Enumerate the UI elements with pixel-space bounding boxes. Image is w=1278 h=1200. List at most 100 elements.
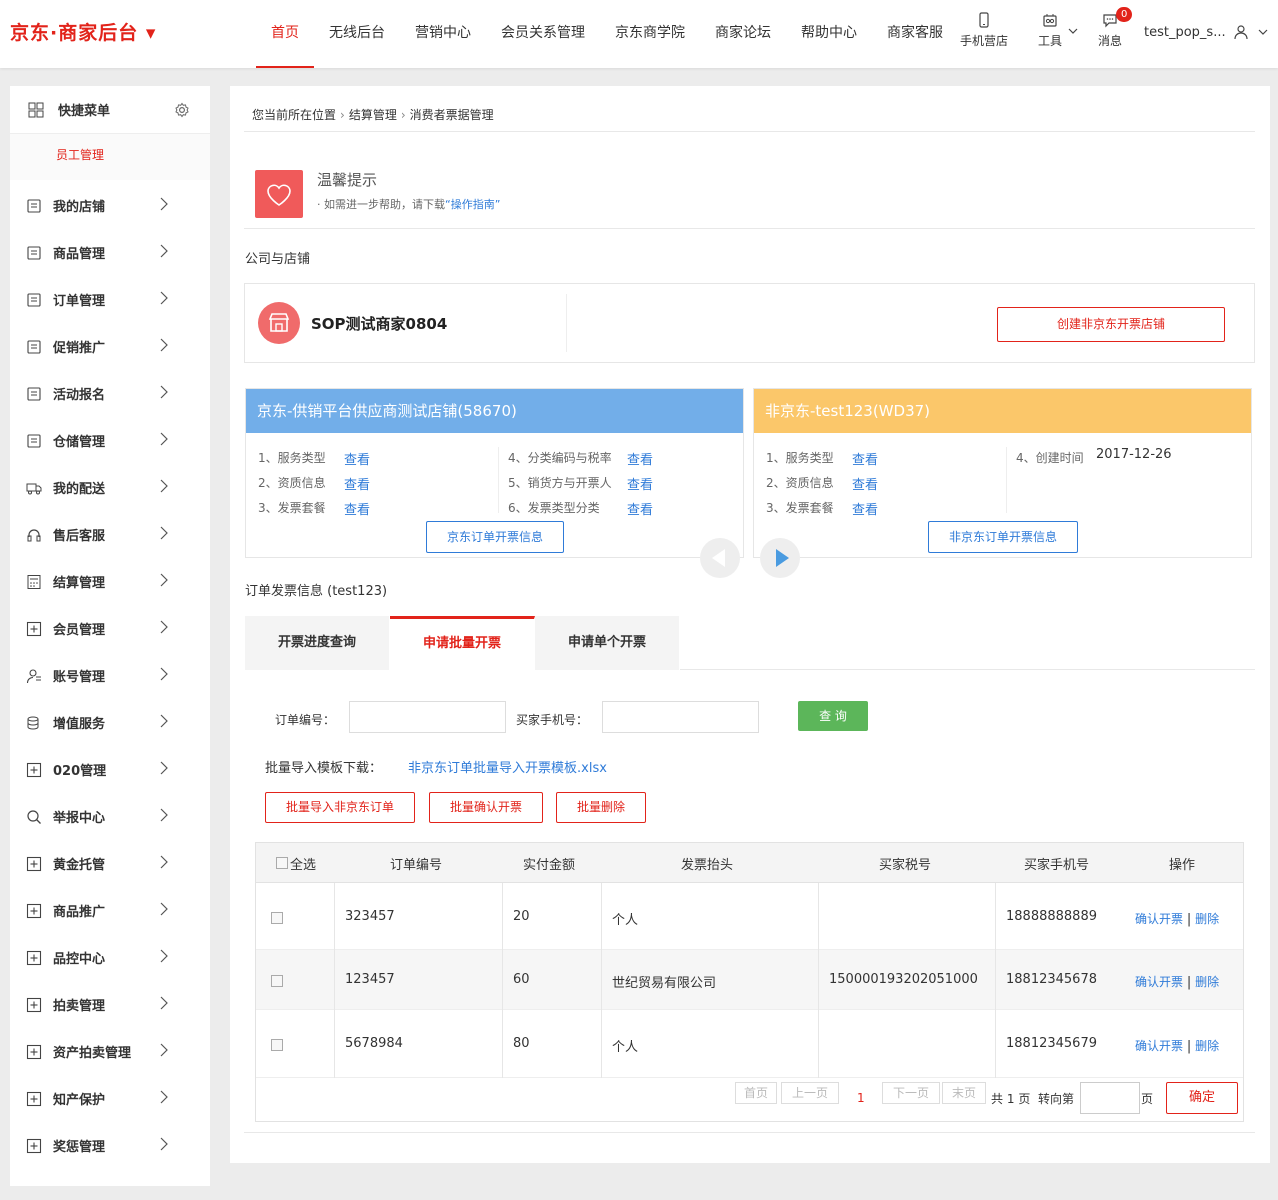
sidebar-item[interactable]: 我的配送 xyxy=(10,465,210,512)
tab-progress-query[interactable]: 开票进度查询 xyxy=(245,616,390,670)
view-link[interactable]: 查看 xyxy=(344,474,370,493)
carousel-next-button[interactable] xyxy=(760,538,800,578)
view-link[interactable]: 查看 xyxy=(627,449,653,468)
sidebar-item[interactable]: 活动报名 xyxy=(10,371,210,418)
batch-import-button[interactable]: 批量导入非京东订单 xyxy=(265,792,415,823)
column-divider xyxy=(818,883,819,1078)
gear-icon[interactable] xyxy=(174,102,190,118)
sidebar-item[interactable]: 商品管理 xyxy=(10,230,210,277)
row-checkbox[interactable] xyxy=(271,975,283,987)
tools-button[interactable]: 工具 xyxy=(1038,12,1062,49)
nav-academy[interactable]: 京东商学院 xyxy=(600,0,700,68)
page-confirm-button[interactable]: 确定 xyxy=(1166,1082,1238,1114)
sidebar-item[interactable]: 仓储管理 xyxy=(10,418,210,465)
guide-link[interactable]: “操作指南” xyxy=(445,198,500,211)
sidebar-item[interactable]: 知产保护 xyxy=(10,1076,210,1123)
batch-delete-button[interactable]: 批量删除 xyxy=(556,792,646,823)
divider xyxy=(1006,447,1007,513)
jd-shop-card: 京东-供销平台供应商测试店铺(58670) 1、服务类型 查看 2、资质信息 查看 … xyxy=(245,388,744,558)
logo[interactable]: 京东·商家后台 ▾ xyxy=(10,18,156,45)
sidebar-item[interactable]: 举报中心 xyxy=(10,794,210,841)
sidebar-item[interactable]: 020管理 xyxy=(10,747,210,794)
sidebar-item[interactable]: 结算管理 xyxy=(10,559,210,606)
table-row: 323457 20 个人 18888888889 确认开票 | 删除 xyxy=(256,883,1243,950)
user-chevron-down-icon[interactable] xyxy=(1258,28,1268,36)
sidebar-item[interactable]: 售后客服 xyxy=(10,512,210,559)
sidebar-item[interactable]: 账号管理 xyxy=(10,653,210,700)
delete-link[interactable]: 删除 xyxy=(1195,975,1219,989)
cell-amount: 20 xyxy=(513,909,530,924)
page-last-button[interactable]: 末页 xyxy=(942,1082,986,1104)
buyer-phone-input[interactable] xyxy=(602,701,759,733)
view-link[interactable]: 查看 xyxy=(852,499,878,518)
view-link[interactable]: 查看 xyxy=(852,474,878,493)
order-number-input[interactable] xyxy=(349,701,506,733)
tools-chevron-down-icon[interactable] xyxy=(1068,27,1078,35)
tab-single-invoice[interactable]: 申请单个开票 xyxy=(535,616,680,670)
sidebar: 快捷菜单 员工管理 我的店铺 商品管理 订单管理 促销推广 活动报名 仓储管理 我的配送 售后… xyxy=(10,86,210,1186)
sidebar-item[interactable]: 拍卖管理 xyxy=(10,982,210,1029)
carousel-prev-button[interactable] xyxy=(700,538,740,578)
sidebar-item[interactable]: 商品推广 xyxy=(10,888,210,935)
page-prev-button[interactable]: 上一页 xyxy=(781,1082,839,1104)
non-jd-row-invoice-package: 3、发票套餐 查看 xyxy=(766,501,879,518)
view-link[interactable]: 查看 xyxy=(344,449,370,468)
select-all-checkbox[interactable] xyxy=(276,857,288,869)
user-icon[interactable] xyxy=(1233,24,1249,40)
page-number-input[interactable] xyxy=(1080,1082,1140,1114)
row-checkbox[interactable] xyxy=(271,1039,283,1051)
view-link[interactable]: 查看 xyxy=(627,499,653,518)
breadcrumb-settlement[interactable]: 结算管理 xyxy=(349,108,397,122)
delete-link[interactable]: 删除 xyxy=(1195,912,1219,926)
cell-order-number: 5678984 xyxy=(345,1036,403,1051)
divider xyxy=(498,447,499,513)
batch-confirm-button[interactable]: 批量确认开票 xyxy=(429,792,543,823)
nav-wireless[interactable]: 无线后台 xyxy=(314,0,400,68)
confirm-invoice-link[interactable]: 确认开票 xyxy=(1135,912,1183,926)
sidebar-item[interactable]: 品控中心 xyxy=(10,935,210,982)
view-link[interactable]: 查看 xyxy=(852,449,878,468)
confirm-invoice-link[interactable]: 确认开票 xyxy=(1135,1039,1183,1053)
mobile-store-button[interactable]: 手机营店 xyxy=(960,12,1008,49)
nav-service[interactable]: 商家客服 xyxy=(872,0,958,68)
sidebar-item[interactable]: 黄金托管 xyxy=(10,841,210,888)
sidebar-item[interactable]: 促销推广 xyxy=(10,324,210,371)
nav-home[interactable]: 首页 xyxy=(256,0,314,68)
view-link[interactable]: 查看 xyxy=(627,474,653,493)
page-next-button[interactable]: 下一页 xyxy=(882,1082,940,1104)
non-jd-order-invoice-button[interactable]: 非京东订单开票信息 xyxy=(928,521,1078,553)
quick-item-staff[interactable]: 员工管理 xyxy=(10,134,210,180)
phone-icon xyxy=(979,12,989,28)
create-non-jd-shop-button[interactable]: 创建非京东开票店铺 xyxy=(997,307,1225,342)
messages-button[interactable]: 消息 0 xyxy=(1098,7,1133,49)
template-download-link[interactable]: 非京东订单批量导入开票模板.xlsx xyxy=(408,757,607,776)
page-current[interactable]: 1 xyxy=(857,1091,865,1105)
chevron-right-icon xyxy=(160,479,168,493)
sidebar-item[interactable]: 会员管理 xyxy=(10,606,210,653)
cell-buyer-phone: 18888888889 xyxy=(1006,909,1097,924)
confirm-invoice-link[interactable]: 确认开票 xyxy=(1135,975,1183,989)
user-icon xyxy=(26,669,41,684)
delete-link[interactable]: 删除 xyxy=(1195,1039,1219,1053)
sidebar-item[interactable]: 资产拍卖管理 xyxy=(10,1029,210,1076)
nav-help[interactable]: 帮助中心 xyxy=(786,0,872,68)
action-separator: | xyxy=(1186,912,1192,927)
jd-order-invoice-button[interactable]: 京东订单开票信息 xyxy=(426,521,564,553)
sidebar-item[interactable]: 订单管理 xyxy=(10,277,210,324)
row-checkbox[interactable] xyxy=(271,912,283,924)
view-link[interactable]: 查看 xyxy=(344,499,370,518)
jd-row-invoice-type: 6、发票类型分类 查看 xyxy=(508,501,654,518)
chevron-right-icon xyxy=(160,667,168,681)
nav-member[interactable]: 会员关系管理 xyxy=(486,0,600,68)
sidebar-item[interactable]: 增值服务 xyxy=(10,700,210,747)
nav-forum[interactable]: 商家论坛 xyxy=(700,0,786,68)
query-button[interactable]: 查 询 xyxy=(798,701,868,731)
page-first-button[interactable]: 首页 xyxy=(735,1082,777,1104)
sidebar-item[interactable]: 我的店铺 xyxy=(10,183,210,230)
nav-marketing[interactable]: 营销中心 xyxy=(400,0,486,68)
sidebar-item[interactable]: 奖惩管理 xyxy=(10,1123,210,1170)
tab-batch-invoice[interactable]: 申请批量开票 xyxy=(390,616,535,670)
header-select-all: 全选 xyxy=(290,858,317,873)
username[interactable]: test_pop_s... xyxy=(1144,25,1226,40)
cell-amount: 80 xyxy=(513,1036,530,1051)
